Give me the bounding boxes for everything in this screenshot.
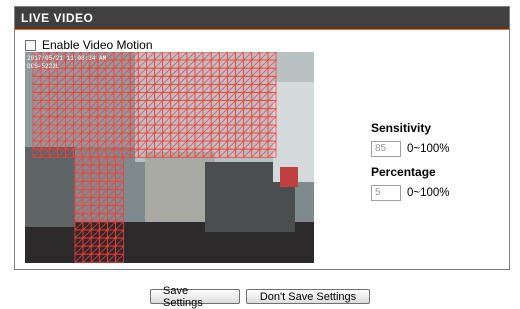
sensitivity-input[interactable]: 85 [371,141,401,157]
enable-video-motion-row[interactable]: Enable Video Motion [25,37,153,53]
video-id-overlay: DCS-5222L [27,63,60,70]
percentage-row: 5 0~100% [371,185,501,201]
panel-title: LIVE VIDEO [15,7,509,30]
motion-settings: Sensitivity 85 0~100% Percentage 5 0~100… [371,121,501,209]
percentage-label: Percentage [371,165,436,179]
sensitivity-range: 0~100% [407,143,450,155]
percentage-input[interactable]: 5 [371,185,401,201]
sensitivity-label: Sensitivity [371,121,432,135]
cubicle-partition-mid [145,152,215,222]
save-settings-button[interactable]: Save Settings [150,285,240,309]
live-video-feed[interactable]: 2017/05/21 11:08:34 AM DCS-5222L [25,52,314,263]
cubicle-left [25,147,75,227]
video-timestamp: 2017/05/21 11:08:34 AM [27,55,107,62]
video-frame[interactable]: 2017/05/21 11:08:34 AM DCS-5222L [25,52,314,263]
enable-video-motion-label: Enable Video Motion [42,38,153,52]
sensitivity-row: 85 0~100% [371,141,501,157]
poster [280,167,298,187]
percentage-range: 0~100% [407,187,450,199]
dont-save-settings-button[interactable]: Don't Save Settings [246,289,370,304]
action-buttons: Save Settings Don't Save Settings [0,285,520,309]
enable-video-motion-checkbox[interactable] [25,39,36,51]
live-video-panel: LIVE VIDEO Enable Video Motion 2017/05/2… [14,6,510,270]
